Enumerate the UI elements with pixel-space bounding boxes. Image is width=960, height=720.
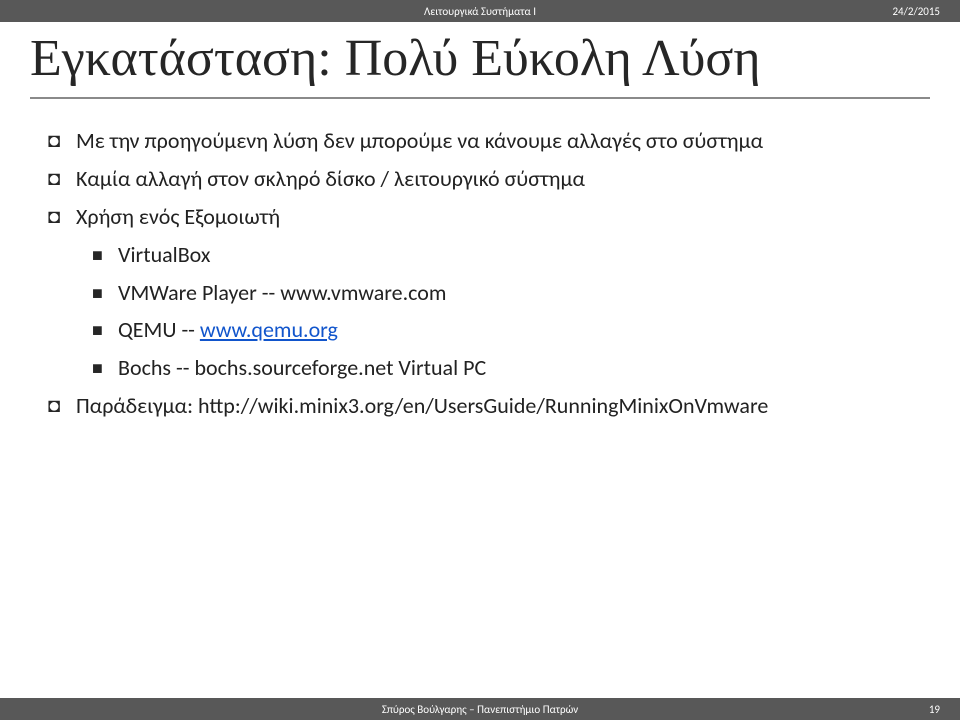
bullet-square-icon: ■	[92, 239, 118, 268]
title-area: Εγκατάσταση: Πολύ Εύκολη Λύση	[0, 22, 960, 99]
bullet-level1: ◘ Με την προηγούμενη λύση δεν μπορούμε ν…	[48, 125, 920, 157]
bullet-level2: ■ VirtualBox	[92, 239, 920, 271]
bullet-square-icon: ■	[92, 314, 118, 343]
top-bar: Λειτουργικά Συστήματα Ι 24/2/2015	[0, 0, 960, 22]
course-name: Λειτουργικά Συστήματα Ι	[327, 5, 634, 18]
bullet-open-icon: ◘	[48, 201, 76, 232]
bullet-open-icon: ◘	[48, 125, 76, 156]
bullet-level1: ◘ Παράδειγμα: http://wiki.minix3.org/en/…	[48, 390, 920, 422]
bullet-pretext: QEMU --	[118, 316, 200, 343]
bullet-level2: ■ VMWare Player -- www.vmware.com	[92, 277, 920, 309]
bullet-text: Καμία αλλαγή στον σκληρό δίσκο / λειτουρ…	[76, 163, 920, 195]
page-number: 19	[880, 703, 940, 716]
slide: Λειτουργικά Συστήματα Ι 24/2/2015 Εγκατά…	[0, 0, 960, 720]
slide-body: ◘ Με την προηγούμενη λύση δεν μπορούμε ν…	[0, 99, 960, 428]
bullet-text: Bochs -- bochs.sourceforge.net Virtual P…	[118, 352, 920, 384]
page-title: Εγκατάσταση: Πολύ Εύκολη Λύση	[30, 26, 930, 91]
bullet-text: VMWare Player -- www.vmware.com	[118, 277, 920, 309]
slide-date: 24/2/2015	[633, 5, 940, 18]
bullet-open-icon: ◘	[48, 163, 76, 194]
bullet-text: QEMU -- www.qemu.org	[118, 314, 920, 346]
bottom-bar: Σπύρος Βούλγαρης – Πανεπιστήμιο Πατρών 1…	[0, 698, 960, 720]
bullet-level2: ■ QEMU -- www.qemu.org	[92, 314, 920, 346]
author-affiliation: Σπύρος Βούλγαρης – Πανεπιστήμιο Πατρών	[80, 703, 880, 716]
bullet-text: Παράδειγμα: http://wiki.minix3.org/en/Us…	[76, 390, 920, 422]
bullet-text: Με την προηγούμενη λύση δεν μπορούμε να …	[76, 125, 920, 157]
qemu-link[interactable]: www.qemu.org	[200, 316, 338, 343]
bullet-level2: ■ Bochs -- bochs.sourceforge.net Virtual…	[92, 352, 920, 384]
bullet-square-icon: ■	[92, 277, 118, 306]
bullet-text: VirtualBox	[118, 239, 920, 271]
bullet-level1: ◘ Καμία αλλαγή στον σκληρό δίσκο / λειτο…	[48, 163, 920, 195]
bullet-open-icon: ◘	[48, 390, 76, 421]
bullet-square-icon: ■	[92, 352, 118, 381]
bullet-text: Χρήση ενός Εξομοιωτή	[76, 201, 920, 233]
bullet-level1: ◘ Χρήση ενός Εξομοιωτή	[48, 201, 920, 233]
